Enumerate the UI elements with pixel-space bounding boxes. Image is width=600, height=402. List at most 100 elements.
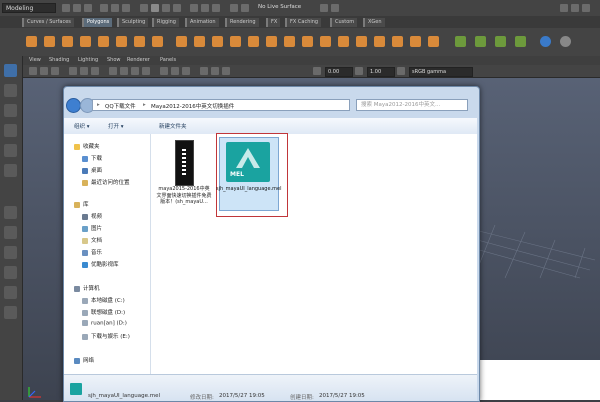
snap-view-icon[interactable] [173, 4, 181, 12]
exposure-icon[interactable] [313, 67, 321, 75]
snap-grid-icon[interactable] [140, 4, 148, 12]
file-list[interactable] [151, 134, 477, 374]
edge-loop-icon[interactable] [356, 36, 367, 47]
breadcrumb-maya-plugin[interactable]: Maya2012-2016中英文切换插件 [151, 102, 234, 110]
new-scene-icon[interactable] [62, 4, 70, 12]
poly-cylinder-icon[interactable] [62, 36, 73, 47]
isolate-select-icon[interactable] [200, 67, 208, 75]
separate-icon[interactable] [194, 36, 205, 47]
poly-plane-icon[interactable] [116, 36, 127, 47]
bevel-icon[interactable] [302, 36, 313, 47]
tool-c-icon[interactable] [495, 36, 506, 47]
bridge-icon[interactable] [284, 36, 295, 47]
combine-icon[interactable] [176, 36, 187, 47]
symmetry-icon[interactable] [320, 4, 328, 12]
ipr-render-icon[interactable] [212, 4, 220, 12]
nav-item-documents[interactable]: 文档 [82, 236, 102, 244]
target-weld-icon[interactable] [338, 36, 349, 47]
scale-tool-icon[interactable] [4, 164, 17, 177]
xray-joints-icon[interactable] [222, 67, 230, 75]
open-button[interactable]: 打开 ▾ [108, 122, 124, 130]
nav-item-downloads[interactable]: 下载 [82, 154, 102, 162]
rotate-tool-icon[interactable] [4, 144, 17, 157]
soft-select-icon[interactable] [331, 4, 339, 12]
nav-favorites[interactable]: 收藏夹 [74, 142, 100, 150]
multi-cut-icon[interactable] [320, 36, 331, 47]
smooth-shade-icon[interactable] [120, 67, 128, 75]
smooth-icon[interactable] [212, 36, 223, 47]
file-name-exe[interactable]: maya2015-2016中英文界面快速切换插件免费版本！(sh_mayaU..… [156, 186, 212, 206]
xray-icon[interactable] [211, 67, 219, 75]
breadcrumb-qq-downloads[interactable]: QQ下载文件 [105, 102, 136, 110]
shelf-tab-curves-surfaces[interactable]: Curves / Surfaces [22, 18, 74, 27]
extrude-icon[interactable] [266, 36, 277, 47]
bookmark-icon[interactable] [51, 67, 59, 75]
poly-sphere-icon[interactable] [26, 36, 37, 47]
shelf-tab-sculpting[interactable]: Sculpting [117, 18, 149, 27]
film-gate-icon[interactable] [80, 67, 88, 75]
uv-auto-icon[interactable] [410, 36, 421, 47]
shelf-tab-rigging[interactable]: Rigging [152, 18, 179, 27]
layout-hypershade-icon[interactable] [4, 306, 17, 319]
select-component-icon[interactable] [122, 4, 130, 12]
history-icon[interactable] [190, 4, 198, 12]
viewport-menu-panels[interactable]: Panels [160, 57, 176, 63]
motion-blur-icon[interactable] [182, 67, 190, 75]
viewport-menu-shading[interactable]: Shading [49, 57, 69, 63]
address-bar[interactable]: ▸ QQ下载文件 ▸ Maya2012-2016中英文切换插件 [92, 99, 350, 111]
sidebar-toggle-icon[interactable] [560, 4, 568, 12]
textured-icon[interactable] [131, 67, 139, 75]
snap-point-icon[interactable] [162, 4, 170, 12]
poly-cone-icon[interactable] [80, 36, 91, 47]
camera-attr-icon[interactable] [40, 67, 48, 75]
uv-editor-icon[interactable] [428, 36, 439, 47]
nav-drive-c[interactable]: 本地磁盘 (C:) [82, 296, 125, 304]
viewport-menu-renderer[interactable]: Renderer [127, 57, 150, 63]
nav-item-recent[interactable]: 最近访问的位置 [82, 178, 130, 186]
move-tool-icon[interactable] [4, 124, 17, 137]
layout-four-icon[interactable] [4, 226, 17, 239]
shelf-tab-xgen[interactable]: XGen [363, 18, 385, 27]
nav-item-music[interactable]: 音乐 [82, 248, 102, 256]
ambient-occlusion-icon[interactable] [171, 67, 179, 75]
poly-torus-icon[interactable] [98, 36, 109, 47]
attribute-editor-icon[interactable] [571, 4, 579, 12]
shadows-icon[interactable] [160, 67, 168, 75]
select-object-icon[interactable] [111, 4, 119, 12]
nav-computer[interactable]: 计算机 [74, 284, 100, 292]
viewport-menu-view[interactable]: View [29, 57, 41, 63]
mode-menu[interactable]: Modeling [2, 3, 56, 13]
nav-item-desktop[interactable]: 桌面 [82, 166, 102, 174]
snap-curve-icon[interactable] [151, 4, 159, 12]
shelf-tab-polygons[interactable]: Polygons [82, 18, 113, 27]
select-hierarchy-icon[interactable] [100, 4, 108, 12]
grid-toggle-icon[interactable] [69, 67, 77, 75]
lasso-tool-icon[interactable] [4, 84, 17, 97]
search-input[interactable]: 搜索 Maya2012-2016中英文... [356, 99, 468, 111]
shelf-tab-animation[interactable]: Animation [185, 18, 219, 27]
gamma-field[interactable]: 1.00 [367, 67, 395, 77]
viewport-menu-lighting[interactable]: Lighting [78, 57, 98, 63]
save-scene-icon[interactable] [84, 4, 92, 12]
exe-icon[interactable] [175, 140, 194, 186]
channel-box-icon[interactable] [582, 4, 590, 12]
exposure-field[interactable]: 0.00 [325, 67, 353, 77]
tool-a-icon[interactable] [455, 36, 466, 47]
globe-icon[interactable] [540, 36, 551, 47]
lights-icon[interactable] [142, 67, 150, 75]
shelf-tab-rendering[interactable]: Rendering [225, 18, 259, 27]
new-folder-button[interactable]: 新建文件夹 [159, 122, 187, 130]
nav-network[interactable]: 网络 [74, 356, 94, 364]
paint-select-icon[interactable] [4, 104, 17, 117]
select-tool-icon[interactable] [4, 64, 17, 77]
render-frame-icon[interactable] [201, 4, 209, 12]
wireframe-icon[interactable] [109, 67, 117, 75]
boolean-icon[interactable] [230, 36, 241, 47]
resolution-gate-icon[interactable] [91, 67, 99, 75]
colorspace-dropdown[interactable]: sRGB gamma [409, 67, 473, 77]
layout-single-icon[interactable] [4, 206, 17, 219]
gamma-icon[interactable] [355, 67, 363, 75]
settings-gear-icon[interactable] [560, 36, 571, 47]
color-management-icon[interactable] [397, 67, 405, 75]
file-name-mel[interactable]: sjh_mayaUI_language.mel [216, 186, 281, 193]
